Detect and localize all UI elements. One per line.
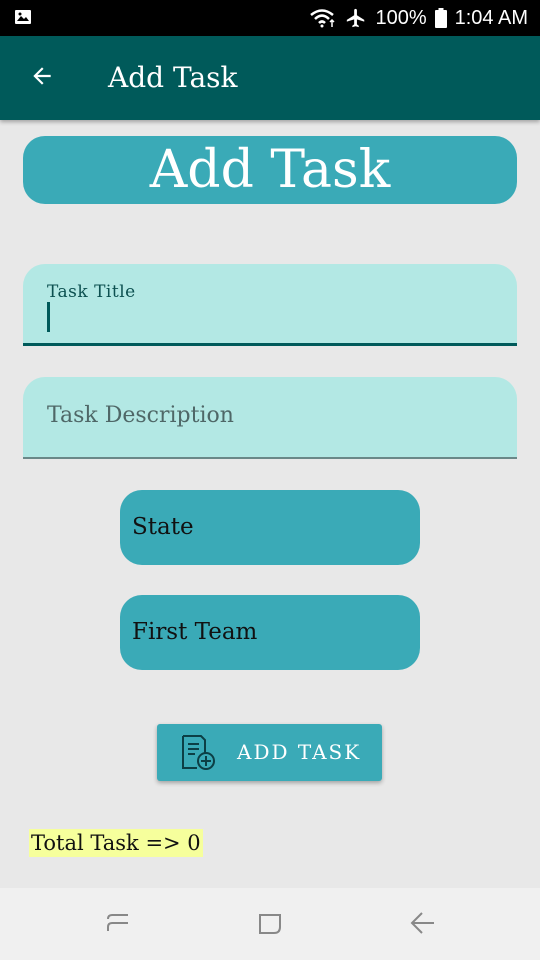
team-select[interactable]: First Team xyxy=(120,595,420,670)
app-bar: Add Task xyxy=(0,36,540,120)
image-icon xyxy=(14,9,32,29)
text-cursor xyxy=(47,302,50,332)
task-title-field[interactable]: Task Title xyxy=(23,264,517,346)
back-icon xyxy=(408,909,436,941)
nav-back-button[interactable] xyxy=(402,910,442,940)
note-add-icon xyxy=(179,734,217,776)
recents-button[interactable] xyxy=(98,910,138,940)
task-description-field[interactable]: Task Description xyxy=(23,377,517,459)
app-bar-title: Add Task xyxy=(108,61,238,94)
battery-icon xyxy=(434,8,447,28)
task-description-placeholder: Task Description xyxy=(47,403,234,428)
wifi-icon xyxy=(309,8,337,28)
page-header-banner: Add Task xyxy=(23,136,517,204)
recents-icon xyxy=(104,909,132,941)
arrow-back-icon xyxy=(29,63,55,93)
system-nav-bar xyxy=(0,888,540,960)
airplane-icon xyxy=(345,7,367,29)
back-button[interactable] xyxy=(22,58,62,98)
add-task-button[interactable]: ADD TASK xyxy=(157,724,382,781)
total-task-count: Total Task => 0 xyxy=(29,829,203,857)
status-bar: 100% 1:04 AM xyxy=(0,0,540,36)
task-title-label: Task Title xyxy=(47,282,136,302)
home-button[interactable] xyxy=(250,910,290,940)
add-task-button-label: ADD TASK xyxy=(237,740,362,764)
battery-percent: 100% xyxy=(375,6,427,29)
home-icon xyxy=(256,909,284,941)
state-select[interactable]: State xyxy=(120,490,420,565)
clock: 1:04 AM xyxy=(454,6,528,29)
